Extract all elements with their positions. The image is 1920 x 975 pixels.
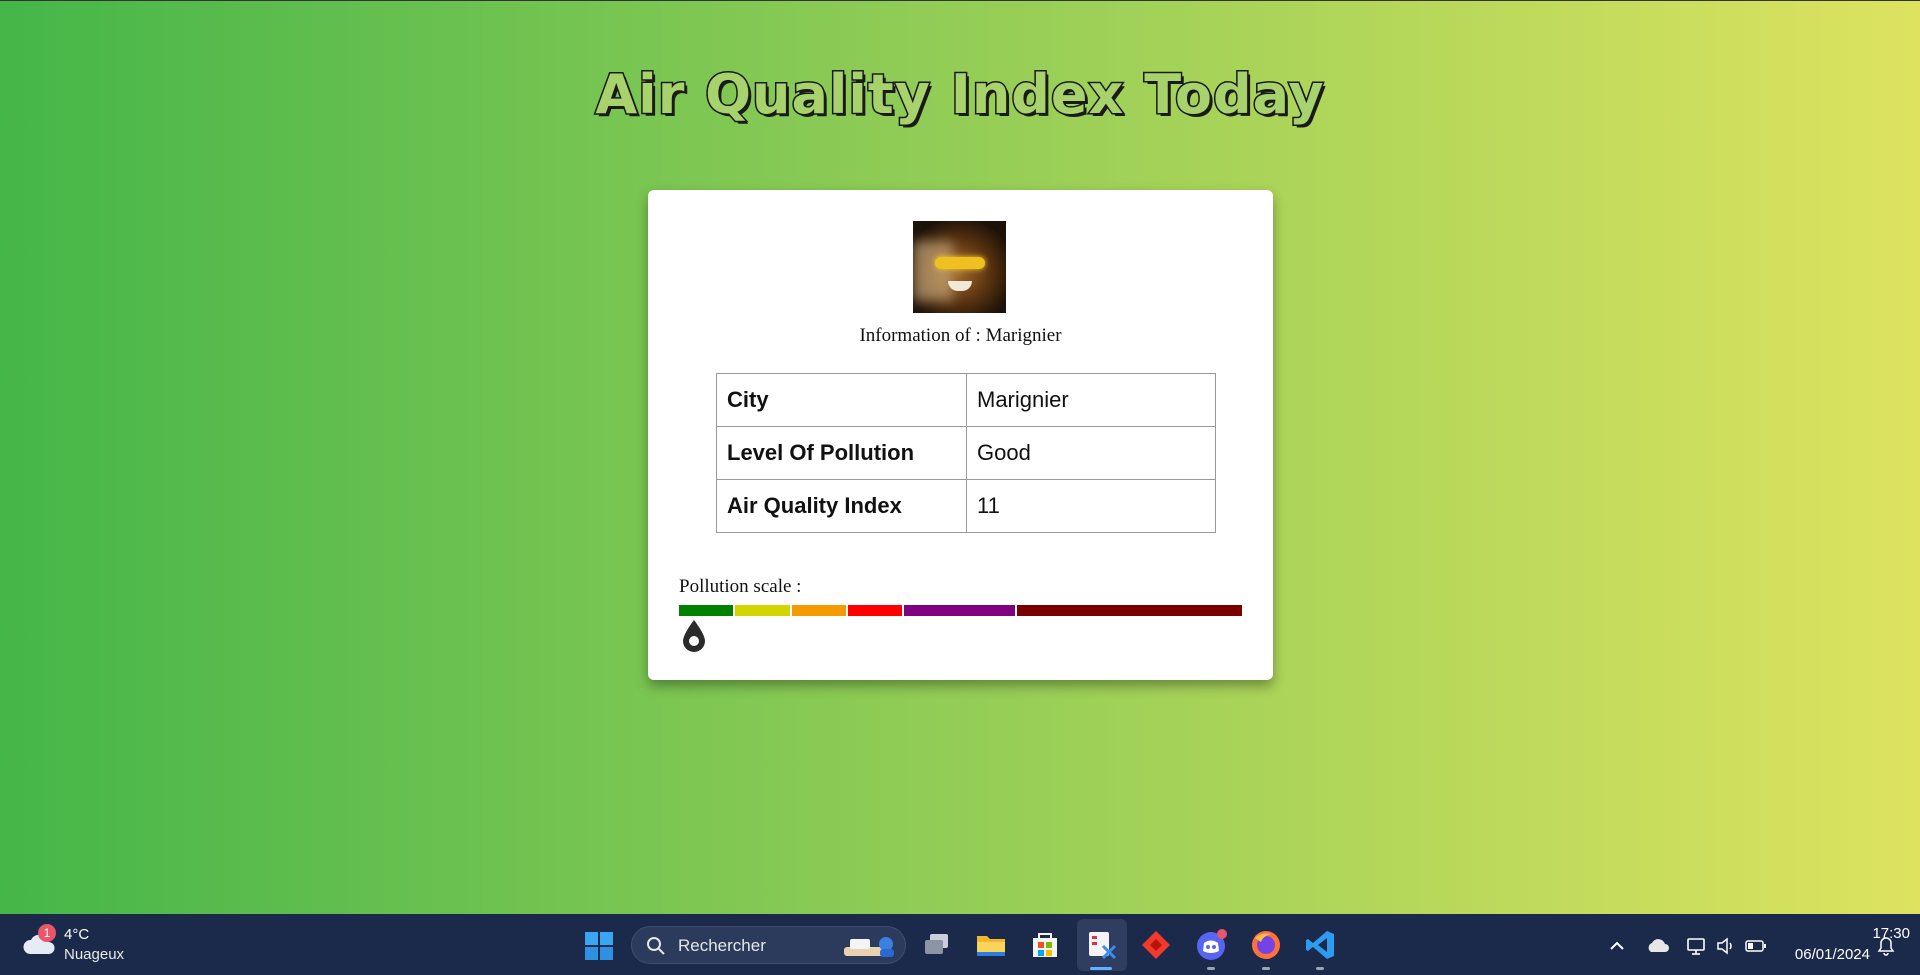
table-row: City Marignier (716, 373, 1216, 427)
aqi-marker-icon (683, 620, 706, 652)
weather-description[interactable]: Nuageux (64, 946, 124, 963)
clock-date[interactable]: 06/01/2024 (1786, 946, 1870, 963)
anydesk-icon[interactable] (1139, 928, 1173, 962)
scale-segment-unhealthy (847, 605, 903, 616)
weather-temperature[interactable]: 4°C (64, 926, 89, 943)
air-quality-table: City Marignier Level Of Pollution Good A… (716, 373, 1216, 533)
search-icon (647, 937, 665, 955)
table-row: Air Quality Index 11 (716, 479, 1216, 533)
scale-segment-good (679, 605, 734, 616)
chevron-up-icon[interactable] (1608, 936, 1626, 956)
row-value-pollution: Good (966, 426, 1216, 480)
task-view-icon[interactable] (920, 928, 954, 962)
file-explorer-icon[interactable] (974, 928, 1008, 962)
pollution-scale-bar (679, 605, 1242, 616)
weather-notification-badge: 1 (38, 924, 56, 942)
start-icon[interactable] (584, 931, 614, 961)
running-indicator (1207, 967, 1215, 970)
microsoft-store-icon[interactable] (1028, 928, 1062, 962)
page-background: Air Quality Index Today Information of :… (0, 0, 1920, 914)
row-label-city: City (716, 373, 967, 427)
discord-icon[interactable] (1194, 928, 1228, 962)
running-indicator (1262, 967, 1270, 970)
row-value-city: Marignier (966, 373, 1216, 427)
search-highlight-icon (844, 937, 894, 957)
row-label-pollution: Level Of Pollution (716, 426, 967, 480)
row-value-aqi: 11 (966, 479, 1216, 533)
scale-segment-very-unhealthy (904, 605, 1015, 616)
scale-segment-hazardous (1016, 605, 1242, 616)
volume-icon[interactable] (1716, 936, 1736, 956)
vscode-icon[interactable] (1303, 928, 1337, 962)
active-indicator (1090, 967, 1112, 970)
info-card: Information of : Marignier City Marignie… (648, 190, 1273, 680)
search-box[interactable]: Rechercher (631, 926, 906, 964)
notification-bell-icon[interactable] (1876, 936, 1896, 956)
search-placeholder: Rechercher (678, 936, 766, 955)
info-city: Marignier (985, 325, 1062, 346)
table-row: Level Of Pollution Good (716, 426, 1216, 480)
info-prefix: Information of : (859, 325, 986, 346)
snipping-tool-icon[interactable] (1085, 928, 1119, 962)
info-heading: Information of : Marignier (648, 325, 1273, 347)
row-label-aqi: Air Quality Index (716, 479, 967, 533)
battery-icon[interactable] (1745, 936, 1767, 956)
city-image (913, 221, 1006, 313)
network-icon[interactable] (1686, 936, 1708, 956)
scale-segment-moderate (735, 605, 790, 616)
firefox-icon[interactable] (1249, 928, 1283, 962)
clock-time[interactable]: 17:30 (1826, 925, 1910, 942)
page-title: Air Quality Index Today (594, 62, 1325, 128)
taskbar: 1 4°C Nuageux Rechercher 17:30 06/01/202… (0, 914, 1920, 975)
running-indicator (1316, 967, 1324, 970)
onedrive-icon[interactable] (1646, 936, 1670, 956)
pollution-scale-label: Pollution scale : (679, 576, 802, 597)
scale-segment-unhealthy-sensitive (791, 605, 846, 616)
